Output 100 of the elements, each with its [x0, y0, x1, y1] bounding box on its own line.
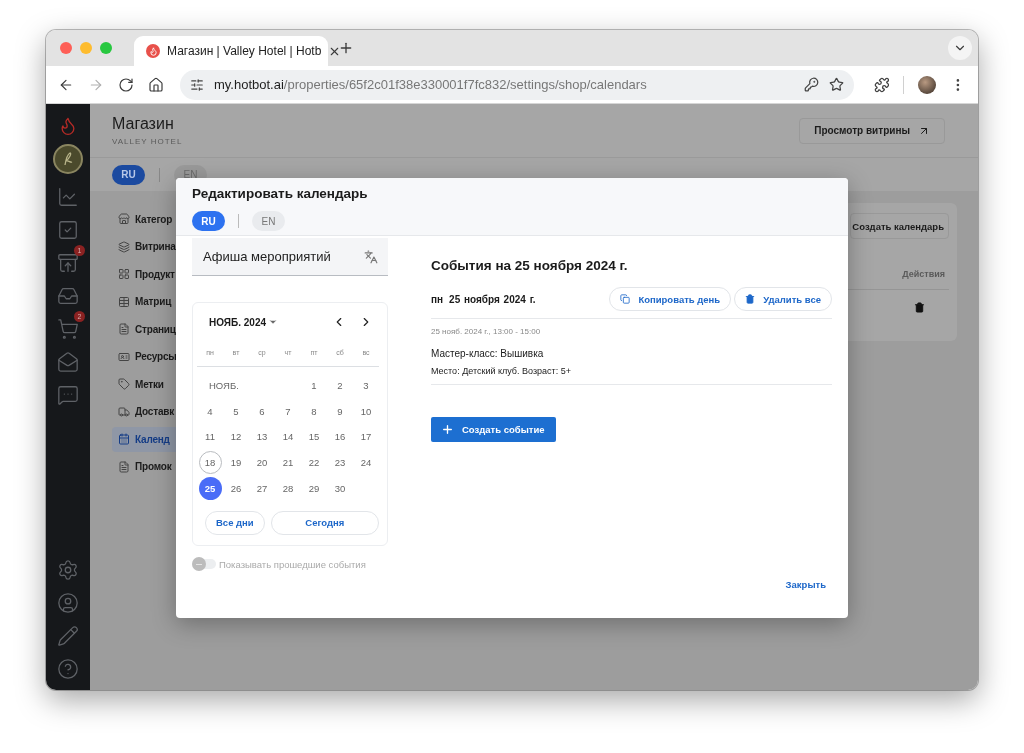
day-cell[interactable]: 1	[302, 374, 326, 398]
nav-item[interactable]: Доставк	[112, 399, 176, 424]
new-tab-button[interactable]	[338, 40, 354, 56]
nav-item[interactable]: Категор	[112, 207, 176, 232]
nav-item[interactable]: Промок	[112, 454, 176, 479]
language-tab[interactable]: RU	[192, 211, 225, 231]
day-cell[interactable]: 12	[224, 425, 248, 449]
today-button[interactable]: Сегодня	[270, 510, 379, 535]
caret-icon	[268, 317, 279, 327]
delete-icon[interactable]	[914, 302, 925, 313]
address-bar[interactable]: my.hotbot.ai/properties/65f2c01f38e330001f7fc832/settings/shop/calendars	[180, 69, 854, 100]
tab-title: Магазин | Valley Hotel | Hotb	[167, 44, 322, 58]
day-cell[interactable]: 9	[328, 399, 352, 423]
user-icon[interactable]	[57, 592, 79, 614]
extensions-icon[interactable]	[873, 76, 890, 93]
day-cell[interactable]: 20	[250, 451, 274, 475]
day-cell[interactable]: 23	[328, 451, 352, 475]
day-cell[interactable]: 21	[276, 451, 300, 475]
close-button[interactable]: Закрыть	[785, 579, 826, 590]
day-cell[interactable]: 5	[224, 399, 248, 423]
day-cell[interactable]: 26	[224, 476, 248, 500]
nav-item[interactable]: Календ	[112, 427, 176, 452]
day-cell[interactable]: 28	[276, 476, 300, 500]
site-settings-icon[interactable]	[190, 77, 204, 92]
chart-icon[interactable]	[57, 186, 79, 208]
pencil-icon[interactable]	[57, 625, 79, 647]
day-cell[interactable]: 19	[224, 451, 248, 475]
calendar-name-field[interactable]: Афиша мероприятий	[192, 238, 388, 276]
card-icon	[118, 350, 130, 363]
day-cell[interactable]: 2	[328, 374, 352, 398]
toggle-switch[interactable]	[192, 559, 216, 570]
all-days-button[interactable]: Все дни	[205, 510, 265, 535]
events-heading: События на 25 ноября 2024 г.	[431, 258, 629, 273]
tag-icon	[118, 378, 130, 391]
day-cell[interactable]: 29	[302, 476, 326, 500]
create-event-button[interactable]: Создать событие	[431, 417, 556, 442]
mail-icon[interactable]	[57, 351, 79, 373]
profile-avatar[interactable]	[918, 75, 937, 94]
reload-button[interactable]	[118, 76, 134, 93]
event-title[interactable]: Мастер-класс: Вышивка	[431, 348, 832, 359]
day-cell[interactable]: 25	[198, 476, 222, 500]
day-cell[interactable]: 4	[198, 399, 222, 423]
store-icon	[118, 213, 130, 226]
view-storefront-button[interactable]: Просмотр витрины	[799, 117, 945, 144]
day-cell[interactable]: 16	[328, 425, 352, 449]
column-header: Действия	[902, 269, 946, 279]
day-weekday: пн	[431, 293, 444, 305]
key-icon[interactable]	[803, 77, 819, 92]
language-tab[interactable]: EN	[252, 211, 285, 231]
day-cell[interactable]: 15	[302, 425, 326, 449]
help-icon[interactable]	[57, 658, 79, 680]
day-cell[interactable]: 14	[276, 425, 300, 449]
plus-icon	[441, 423, 454, 436]
event-time: 25 нояб. 2024 г., 13:00 - 15:00	[431, 327, 542, 336]
delete-all-button[interactable]: Удалить все	[734, 287, 832, 311]
document-icon	[118, 460, 130, 473]
create-calendar-button[interactable]: Создать календарь	[850, 213, 949, 239]
day-cell[interactable]: 3	[354, 374, 378, 398]
day-cell[interactable]: 30	[328, 476, 352, 500]
chat-icon[interactable]	[57, 384, 79, 406]
translate-icon[interactable]	[364, 250, 378, 264]
day-cell[interactable]: 24	[354, 451, 378, 475]
nav-item[interactable]: Ресурсы	[112, 344, 176, 369]
cart-icon[interactable]	[57, 318, 79, 340]
day-date: 25 ноября 2024 г.	[449, 293, 536, 305]
home-button[interactable]	[148, 76, 164, 93]
nav-item[interactable]: Продукт	[112, 262, 176, 287]
checkbox-icon[interactable]	[57, 219, 79, 241]
tray-icon[interactable]	[57, 252, 79, 274]
day-cell[interactable]: 10	[354, 399, 378, 423]
page-title: Магазин	[112, 115, 175, 133]
nav-item[interactable]: Матриц	[112, 289, 176, 314]
day-cell[interactable]: 22	[302, 451, 326, 475]
month-selector[interactable]: НОЯБ. 2024	[209, 316, 279, 328]
nav-item[interactable]: Страниц	[112, 317, 176, 342]
grid-icon	[118, 268, 130, 281]
avatar-icon[interactable]	[53, 144, 83, 174]
nav-item[interactable]: Витрина	[112, 234, 176, 259]
close-window-button[interactable]	[60, 42, 72, 54]
toggle-label: Показывать прошедшие события	[219, 558, 366, 570]
copy-day-button[interactable]: Копировать день	[609, 287, 732, 311]
day-cell[interactable]: 8	[302, 399, 326, 423]
nav-item[interactable]: Метки	[112, 372, 176, 397]
event-description: Место: Детский клуб. Возраст: 5+	[431, 366, 572, 376]
day-cell[interactable]: 13	[250, 425, 274, 449]
day-cell[interactable]: 11	[198, 425, 222, 449]
bookmark-star-icon[interactable]	[828, 77, 844, 92]
dialog-title: Редактировать календарь	[192, 186, 369, 201]
tab-list-button[interactable]	[948, 36, 972, 60]
settings-icon[interactable]	[57, 559, 79, 581]
copy-icon	[620, 294, 631, 304]
inbox-icon[interactable]	[57, 285, 79, 307]
day-cell[interactable]: 7	[276, 399, 300, 423]
truck-icon	[118, 405, 130, 418]
month-label: НОЯБ.	[208, 380, 239, 392]
language-tab[interactable]: RU	[112, 164, 145, 185]
cards-icon	[118, 240, 130, 253]
day-cell[interactable]: 6	[250, 399, 274, 423]
day-cell[interactable]: 17	[354, 425, 378, 449]
day-cell[interactable]: 27	[250, 476, 274, 500]
